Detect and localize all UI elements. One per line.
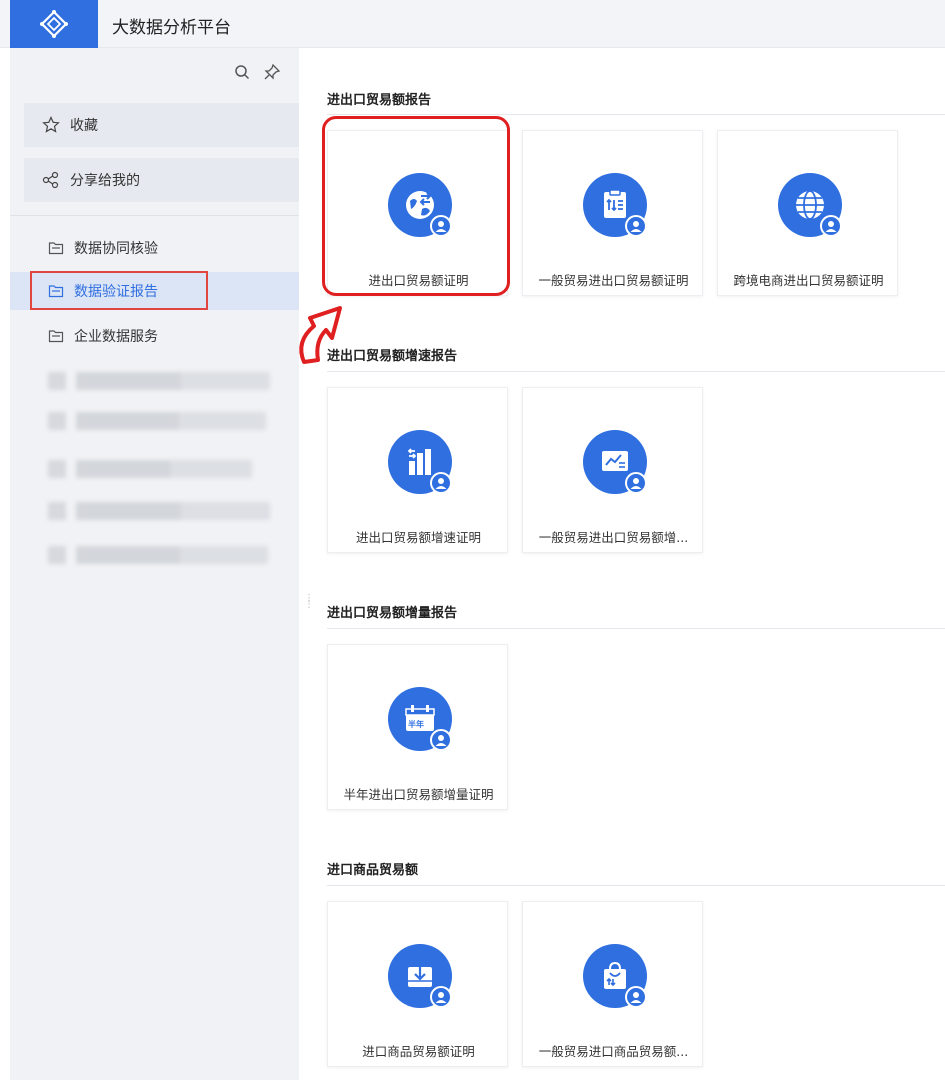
user-badge-icon xyxy=(430,215,452,237)
report-card[interactable]: 跨境电商进出口贸易额证明 xyxy=(717,130,898,296)
diamond-nodes-logo-icon xyxy=(40,10,68,38)
logo[interactable] xyxy=(10,0,98,48)
section-divider xyxy=(327,628,945,629)
report-card[interactable]: 进出口贸易额证明 xyxy=(327,130,508,296)
redacted-sidebar-item[interactable] xyxy=(48,502,270,520)
user-badge-icon xyxy=(430,472,452,494)
folder-icon xyxy=(48,240,64,256)
report-card[interactable]: 一般贸易进口商品贸易额... xyxy=(522,901,703,1067)
resize-handle[interactable]: ⋮ ⋮ xyxy=(304,594,314,614)
sidebar-item-label: 企业数据服务 xyxy=(74,329,158,345)
star-icon xyxy=(42,116,60,134)
user-badge-icon xyxy=(430,729,452,751)
section-title: 进口商品贸易额 xyxy=(327,863,419,878)
card-label: 一般贸易进出口贸易额增... xyxy=(538,530,689,545)
sidebar-item-label: 数据协同核验 xyxy=(74,241,158,257)
section-divider xyxy=(327,371,945,372)
report-card[interactable]: 一般贸易进出口贸易额证明 xyxy=(522,130,703,296)
app-title: 大数据分析平台 xyxy=(112,18,231,38)
report-card[interactable]: 一般贸易进出口贸易额增... xyxy=(522,387,703,553)
sidebar-divider xyxy=(10,215,299,216)
user-badge-icon xyxy=(430,986,452,1008)
sidebar-item-data-collaboration[interactable]: 数据协同核验 xyxy=(10,229,299,267)
card-label: 进出口贸易额证明 xyxy=(368,273,469,288)
section-title: 进出口贸易额增量报告 xyxy=(327,606,458,621)
report-card[interactable]: 半年 半年进出口贸易额增量证明 xyxy=(327,644,508,810)
sidebar-item-label: 分享给我的 xyxy=(70,173,140,189)
sidebar-item-data-verification-report[interactable]: 数据验证报告 xyxy=(10,272,299,310)
user-badge-icon xyxy=(625,986,647,1008)
section-divider xyxy=(327,114,945,115)
card-label: 一般贸易进出口贸易额证明 xyxy=(538,273,689,288)
svg-text:半年: 半年 xyxy=(408,719,424,729)
user-badge-icon xyxy=(625,215,647,237)
redacted-sidebar-item[interactable] xyxy=(48,412,266,430)
sidebar-item-favorites[interactable]: 收藏 xyxy=(24,103,299,147)
folder-icon xyxy=(48,328,64,344)
card-label: 进口商品贸易额证明 xyxy=(362,1044,475,1059)
sidebar-item-enterprise-data-service[interactable]: 企业数据服务 xyxy=(10,317,299,355)
report-card[interactable]: 进口商品贸易额证明 xyxy=(327,901,508,1067)
report-card[interactable]: 进出口贸易额增速证明 xyxy=(327,387,508,553)
share-icon xyxy=(42,171,60,189)
user-badge-icon xyxy=(625,472,647,494)
card-label: 进出口贸易额增速证明 xyxy=(355,530,481,545)
card-label: 半年进出口贸易额增量证明 xyxy=(343,787,494,802)
sidebar-tools xyxy=(233,63,281,81)
search-icon[interactable] xyxy=(233,63,251,81)
sidebar-item-label: 收藏 xyxy=(70,118,98,134)
section-title: 进出口贸易额增速报告 xyxy=(327,349,458,364)
card-label: 跨境电商进出口贸易额证明 xyxy=(733,273,884,288)
folder-icon xyxy=(48,283,64,299)
redacted-sidebar-item[interactable] xyxy=(48,372,270,390)
sidebar-item-shared[interactable]: 分享给我的 xyxy=(24,158,299,202)
top-header: 大数据分析平台 xyxy=(0,0,945,48)
card-label: 一般贸易进口商品贸易额... xyxy=(538,1044,689,1059)
section-divider xyxy=(327,885,945,886)
redacted-sidebar-item[interactable] xyxy=(48,460,252,478)
sidebar-item-label: 数据验证报告 xyxy=(74,284,158,300)
user-badge-icon xyxy=(820,215,842,237)
section-title: 进出口贸易额报告 xyxy=(327,93,432,108)
sidebar: 收藏 分享给我的 数据协同核验 数据验证报告 企业数据服务 xyxy=(10,48,299,1080)
redacted-sidebar-item[interactable] xyxy=(48,546,268,564)
pin-icon[interactable] xyxy=(263,63,281,81)
